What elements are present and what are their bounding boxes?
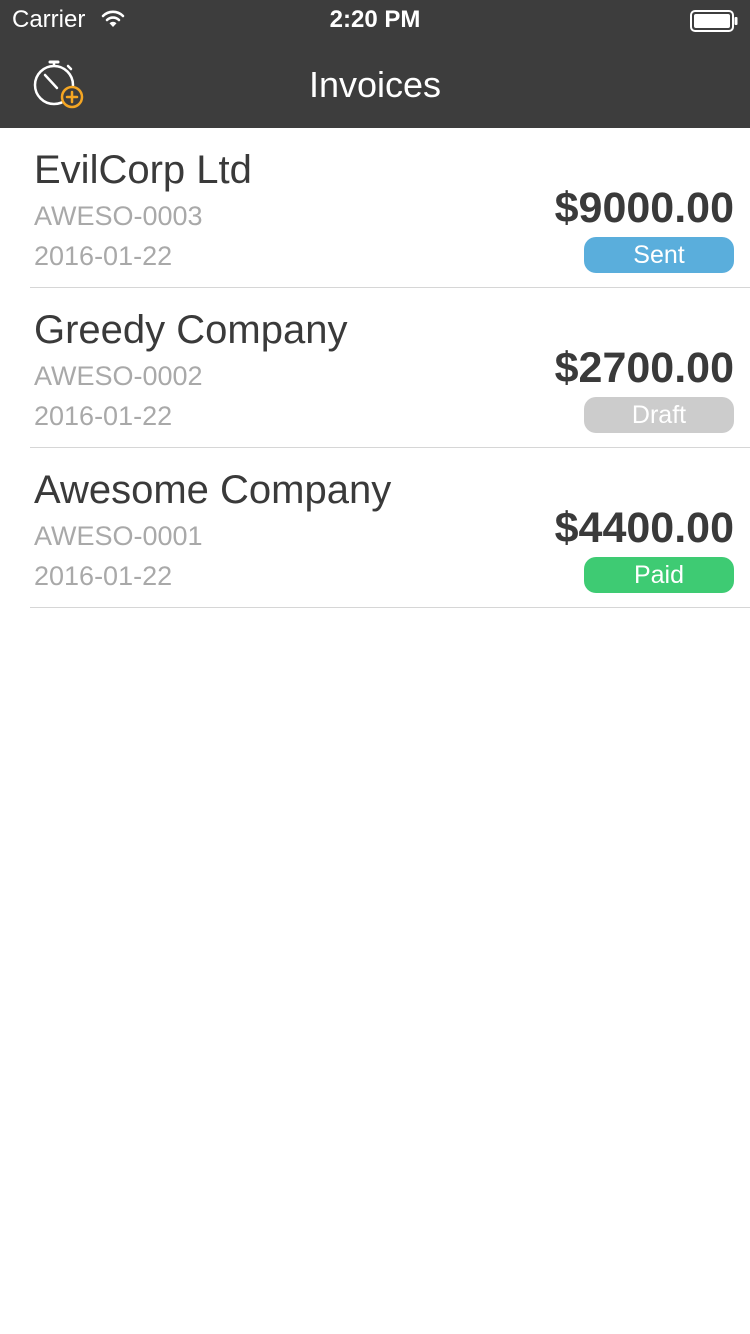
client-name: EvilCorp Ltd (34, 148, 252, 192)
invoice-amount: $2700.00 (554, 344, 734, 392)
status-time: 2:20 PM (329, 6, 421, 33)
page-title: Invoices (308, 64, 442, 105)
navigation-bar: Invoices (0, 40, 750, 128)
client-name: Greedy Company (34, 308, 348, 352)
status-badge: Draft (584, 397, 734, 433)
invoice-amount: $9000.00 (554, 184, 734, 232)
status-badge: Sent (584, 237, 734, 273)
invoice-date: 2016-01-22 (34, 241, 173, 271)
invoice-row[interactable]: EvilCorp Ltd AWESO-0003 2016-01-22 $9000… (30, 128, 750, 288)
invoice-row[interactable]: Awesome Company AWESO-0001 2016-01-22 $4… (30, 448, 750, 608)
invoice-date: 2016-01-22 (34, 401, 173, 431)
invoice-number: AWESO-0003 (34, 201, 203, 231)
client-name: Awesome Company (34, 468, 392, 512)
invoice-date: 2016-01-22 (34, 561, 173, 591)
invoice-amount: $4400.00 (554, 504, 734, 552)
status-bar: Carrier 2:20 PM (0, 0, 750, 40)
invoice-number: AWESO-0001 (34, 521, 203, 551)
invoice-list: EvilCorp Ltd AWESO-0003 2016-01-22 $9000… (0, 128, 750, 608)
invoices-screen: Carrier 2:20 PM Invoices EvilCorp Ltd AW… (0, 0, 750, 1334)
invoice-row[interactable]: Greedy Company AWESO-0002 2016-01-22 $27… (30, 288, 750, 448)
top-bar: Carrier 2:20 PM Invoices (0, 0, 750, 128)
invoice-number: AWESO-0002 (34, 361, 203, 391)
battery-icon (690, 10, 738, 32)
status-badge: Paid (584, 557, 734, 593)
